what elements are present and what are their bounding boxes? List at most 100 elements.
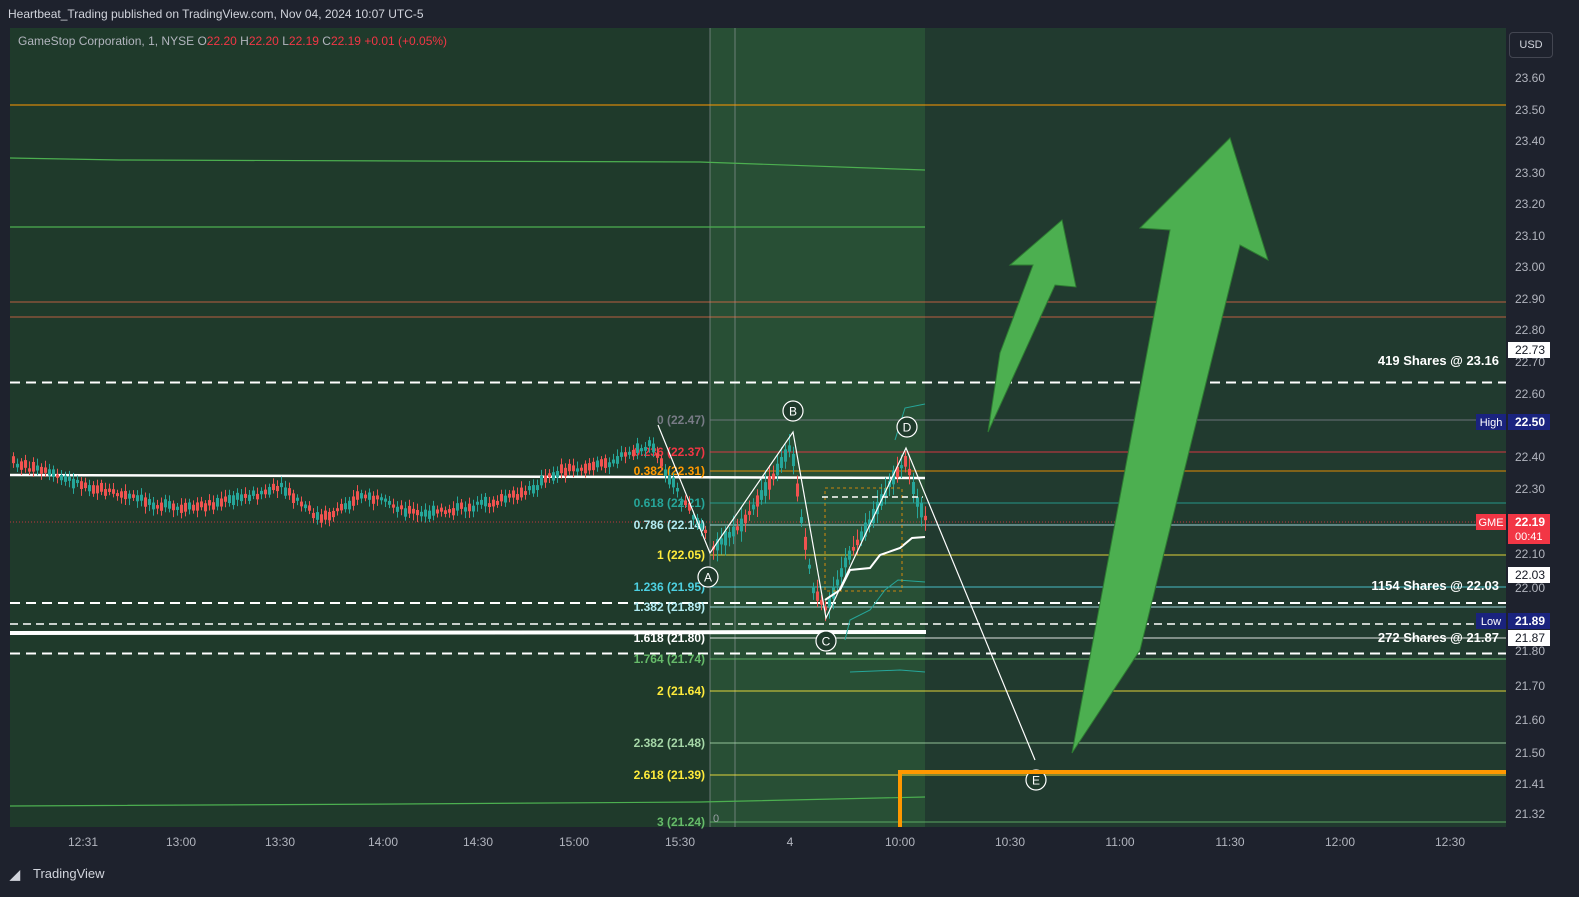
- candle: [156, 505, 159, 509]
- time-tick: 15:30: [665, 835, 695, 849]
- candle: [840, 568, 843, 577]
- price-tick: 23.00: [1515, 260, 1545, 274]
- candle: [664, 469, 667, 476]
- candle: [24, 460, 27, 468]
- candle: [612, 459, 615, 464]
- candle: [564, 467, 567, 477]
- fib-level-label: 1.236 (21.95): [634, 580, 705, 594]
- candle: [396, 506, 399, 512]
- candle: [784, 449, 787, 462]
- candle: [76, 479, 79, 484]
- footer-brand[interactable]: TradingView: [33, 866, 105, 881]
- candle: [444, 510, 447, 514]
- candle: [404, 508, 407, 517]
- price-label: 21.87: [1515, 631, 1545, 645]
- candle: [288, 488, 291, 496]
- currency-button[interactable]: USD: [1509, 32, 1553, 58]
- candle: [340, 503, 343, 511]
- candle: [924, 515, 927, 521]
- price-tick: 21.60: [1515, 713, 1545, 727]
- candle: [488, 503, 491, 507]
- price-tick: 21.32: [1515, 807, 1545, 821]
- candle: [348, 500, 351, 510]
- candle: [636, 443, 639, 453]
- low-label: L: [282, 34, 289, 48]
- candle: [436, 509, 439, 514]
- price-tick: 23.50: [1515, 103, 1545, 117]
- symbol-tag: GME: [1478, 517, 1503, 529]
- symbol-name[interactable]: GameStop Corporation, 1, NYSE: [18, 34, 194, 48]
- candle: [796, 483, 799, 497]
- candle: [280, 482, 283, 488]
- candle: [204, 503, 207, 512]
- candle: [680, 500, 683, 505]
- candle: [264, 489, 267, 495]
- high-label: H: [240, 34, 249, 48]
- candle: [764, 482, 767, 496]
- candle: [468, 503, 471, 512]
- candle: [424, 509, 427, 517]
- candle: [260, 490, 263, 495]
- candle: [748, 511, 751, 515]
- candle: [44, 467, 47, 473]
- candle: [116, 493, 119, 497]
- candle: [188, 502, 191, 510]
- candle: [164, 499, 167, 508]
- candle: [576, 468, 579, 472]
- candle: [92, 485, 95, 494]
- candle: [644, 446, 647, 451]
- candle: [376, 495, 379, 500]
- candle: [356, 491, 359, 500]
- candle: [744, 514, 747, 524]
- candle: [456, 503, 459, 511]
- candle: [12, 456, 15, 464]
- candle: [256, 493, 259, 500]
- price-label: 22.03: [1515, 568, 1545, 582]
- candle: [324, 510, 327, 520]
- candle: [920, 502, 923, 518]
- candle: [300, 501, 303, 507]
- price-tick: 21.70: [1515, 679, 1545, 693]
- candle: [392, 504, 395, 508]
- candle: [524, 491, 527, 495]
- candle: [504, 495, 507, 503]
- candle: [104, 489, 107, 496]
- candle: [52, 469, 55, 477]
- candle: [208, 500, 211, 506]
- candle: [84, 482, 87, 489]
- candle: [276, 485, 279, 492]
- candle: [216, 497, 219, 507]
- candle: [16, 463, 19, 468]
- candle: [648, 440, 651, 447]
- candle: [368, 492, 371, 500]
- candle: [600, 459, 603, 467]
- pattern-point-label: A: [704, 571, 712, 585]
- candle: [72, 478, 75, 489]
- candle: [432, 505, 435, 516]
- candle: [676, 487, 679, 492]
- close-label: C: [322, 34, 331, 48]
- candle: [580, 467, 583, 471]
- time-tick: 11:30: [1215, 835, 1244, 849]
- price-label: 21.89: [1515, 614, 1545, 628]
- fib-level-label: 2 (21.64): [657, 684, 705, 698]
- candle: [184, 502, 187, 512]
- chart-svg[interactable]: 0 (22.47)0.236 (22.37)0.382 (22.31)0.618…: [0, 0, 1579, 897]
- candle: [556, 471, 559, 478]
- session-highlight: [710, 28, 925, 827]
- candle: [36, 465, 39, 471]
- footer: ◢ TradingView: [0, 857, 1579, 897]
- time-tick: 13:00: [166, 835, 196, 849]
- candle: [32, 461, 35, 472]
- high-value: 22.20: [248, 34, 279, 48]
- candle: [908, 468, 911, 476]
- candle: [844, 557, 847, 568]
- candle: [88, 485, 91, 492]
- tradingview-logo-icon[interactable]: ◢: [10, 867, 20, 883]
- candle: [464, 507, 467, 512]
- candle: [100, 482, 103, 492]
- time-tick: 4: [787, 835, 794, 849]
- candle: [512, 490, 515, 498]
- candle: [316, 512, 319, 520]
- candle: [360, 493, 363, 499]
